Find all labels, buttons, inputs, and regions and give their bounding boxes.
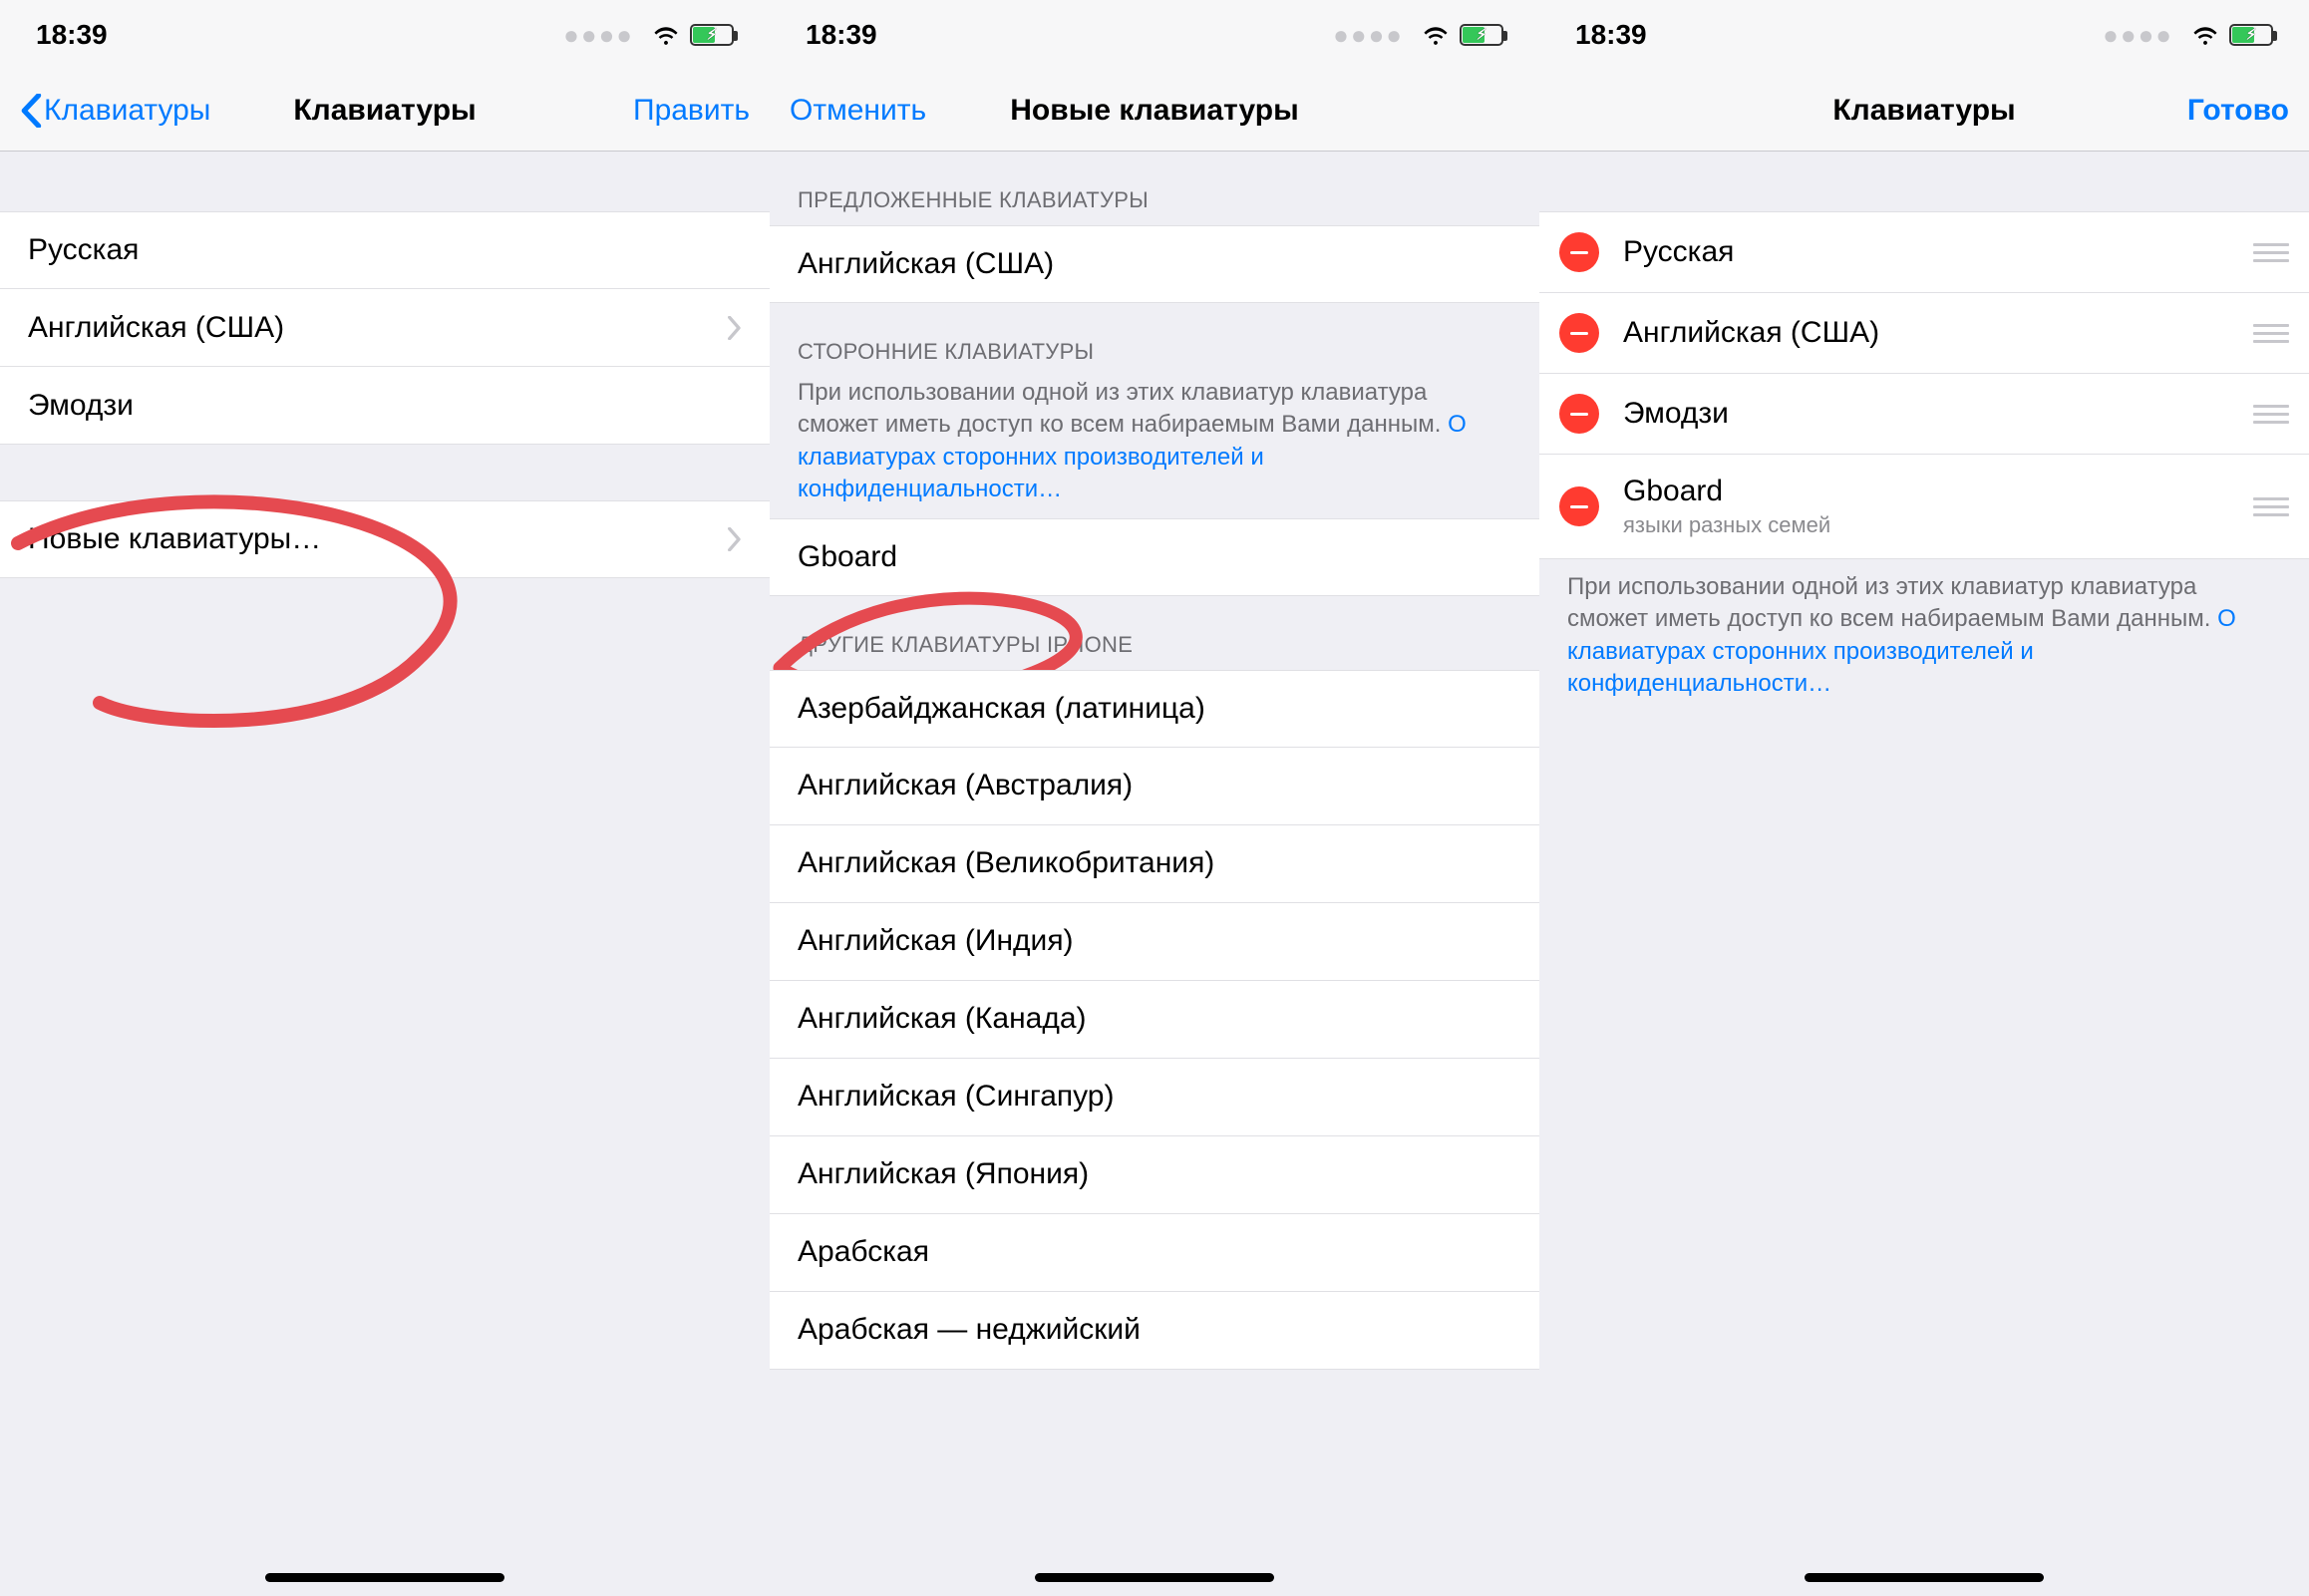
- cellular-dots-icon: ●●●●: [1333, 20, 1404, 51]
- editable-keyboard-row: Gboard языки разных семей: [1539, 455, 2309, 559]
- keyboard-option-row[interactable]: Арабская — неджийский: [770, 1292, 1539, 1370]
- keyboard-option-row[interactable]: Английская (США): [770, 225, 1539, 303]
- minus-icon: [1570, 251, 1588, 254]
- editable-keyboard-row: Английская (США): [1539, 293, 2309, 374]
- editable-keyboard-row: Эмодзи: [1539, 374, 2309, 455]
- chevron-right-icon: [728, 316, 742, 340]
- status-time: 18:39: [36, 19, 108, 51]
- reorder-handle-icon[interactable]: [2253, 497, 2289, 516]
- home-indicator: [265, 1573, 504, 1582]
- wifi-icon: [1422, 24, 1450, 46]
- keyboard-option-row[interactable]: Английская (Великобритания): [770, 825, 1539, 903]
- cellular-dots-icon: ●●●●: [2103, 20, 2173, 51]
- keyboard-option-row[interactable]: Английская (Австралия): [770, 748, 1539, 825]
- home-indicator: [1035, 1573, 1274, 1582]
- chevron-left-icon: [20, 94, 42, 128]
- status-bar: 18:39 ●●●● ⚡︎: [770, 0, 1539, 70]
- nav-back-button[interactable]: Клавиатуры: [20, 94, 210, 128]
- keyboard-option-row[interactable]: Английская (Канада): [770, 981, 1539, 1059]
- edit-keyboards-group: Русская Английская (США) Эмодзи Gboard я…: [1539, 211, 2309, 559]
- section-footer-thirdparty: При использовании одной из этих клавиату…: [770, 377, 1539, 518]
- wifi-icon: [652, 24, 680, 46]
- nav-bar: Отменить Новые клавиатуры: [770, 70, 1539, 152]
- section-header-thirdparty: СТОРОННИЕ КЛАВИАТУРЫ: [770, 303, 1539, 377]
- screen-keyboards-list: 18:39 ●●●● ⚡︎ Клавиатуры Клавиатуры Прав…: [0, 0, 770, 1596]
- section-header-suggested: ПРЕДЛОЖЕННЫЕ КЛАВИАТУРЫ: [770, 152, 1539, 225]
- add-new-keyboard-row[interactable]: Новые клавиатуры…: [0, 500, 770, 578]
- reorder-handle-icon[interactable]: [2253, 243, 2289, 262]
- keyboard-option-row[interactable]: Английская (Япония): [770, 1136, 1539, 1214]
- section-header-other: ДРУГИЕ КЛАВИАТУРЫ IPHONE: [770, 596, 1539, 670]
- minus-icon: [1570, 413, 1588, 416]
- nav-done-button[interactable]: Готово: [2187, 94, 2289, 128]
- reorder-handle-icon[interactable]: [2253, 405, 2289, 424]
- keyboard-option-row[interactable]: Английская (Индия): [770, 903, 1539, 981]
- keyboard-row[interactable]: Русская: [0, 211, 770, 289]
- nav-back-label: Клавиатуры: [44, 94, 210, 128]
- status-bar: 18:39 ●●●● ⚡︎: [1539, 0, 2309, 70]
- delete-button[interactable]: [1559, 394, 1599, 434]
- edit-footer: При использовании одной из этих клавиату…: [1539, 559, 2309, 713]
- nav-edit-button[interactable]: Править: [633, 94, 750, 128]
- nav-bar: Клавиатуры Готово: [1539, 70, 2309, 152]
- editable-keyboard-row: Русская: [1539, 211, 2309, 293]
- keyboard-option-row[interactable]: Арабская: [770, 1214, 1539, 1292]
- screen-keyboards-edit: 18:39 ●●●● ⚡︎ Клавиатуры Готово Русская …: [1539, 0, 2309, 1596]
- cellular-dots-icon: ●●●●: [563, 20, 634, 51]
- minus-icon: [1570, 505, 1588, 508]
- status-bar: 18:39 ●●●● ⚡︎: [0, 0, 770, 70]
- minus-icon: [1570, 332, 1588, 335]
- battery-icon: ⚡︎: [2229, 24, 2273, 46]
- current-keyboards-group: Русская Английская (США) Эмодзи: [0, 211, 770, 445]
- reorder-handle-icon[interactable]: [2253, 324, 2289, 343]
- chevron-right-icon: [728, 527, 742, 551]
- keyboard-row[interactable]: Эмодзи: [0, 367, 770, 445]
- keyboard-option-row[interactable]: Азербайджанская (латиница): [770, 670, 1539, 748]
- nav-cancel-button[interactable]: Отменить: [790, 94, 926, 128]
- add-keyboard-group: Новые клавиатуры…: [0, 500, 770, 578]
- delete-button[interactable]: [1559, 232, 1599, 272]
- battery-icon: ⚡︎: [1460, 24, 1503, 46]
- keyboard-option-gboard[interactable]: Gboard: [770, 518, 1539, 596]
- nav-bar: Клавиатуры Клавиатуры Править: [0, 70, 770, 152]
- status-time: 18:39: [1575, 19, 1647, 51]
- battery-icon: ⚡︎: [690, 24, 734, 46]
- delete-button[interactable]: [1559, 486, 1599, 526]
- keyboard-option-row[interactable]: Английская (Сингапур): [770, 1059, 1539, 1136]
- delete-button[interactable]: [1559, 313, 1599, 353]
- keyboard-row[interactable]: Английская (США): [0, 289, 770, 367]
- status-time: 18:39: [806, 19, 877, 51]
- screen-add-keyboard: 18:39 ●●●● ⚡︎ Отменить Новые клавиатуры …: [770, 0, 1539, 1596]
- wifi-icon: [2191, 24, 2219, 46]
- home-indicator: [1805, 1573, 2044, 1582]
